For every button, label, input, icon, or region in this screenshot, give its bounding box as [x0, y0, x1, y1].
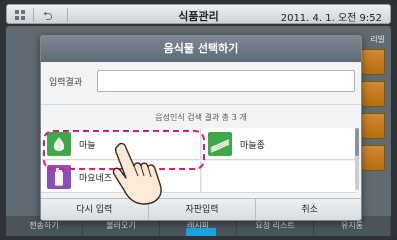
cancel-button[interactable]: 취소	[256, 199, 361, 220]
dialog-footer: 다시 입력 자판입력 취소	[41, 198, 361, 220]
food-tile	[361, 81, 385, 107]
active-tab-indicator	[186, 228, 216, 236]
result-item-garlic-scape[interactable]: 마늘종	[202, 128, 357, 160]
food-tile	[361, 113, 385, 139]
food-select-dialog: 음식물 선택하기 입력결과 음성인식 검색 결과 총 3 개 마늘 마늘종 마요…	[40, 35, 362, 221]
divider	[41, 104, 361, 105]
result-item-label: 마늘종	[240, 141, 265, 151]
scrollbar[interactable]	[355, 128, 359, 190]
result-summary: 음성인식 검색 결과 총 3 개	[155, 113, 247, 122]
result-item-empty	[202, 161, 357, 193]
food-tile	[361, 49, 385, 75]
input-row: 입력결과	[41, 70, 361, 94]
food-tile	[361, 145, 385, 171]
input-result-field[interactable]	[97, 70, 355, 92]
scroll-thumb[interactable]	[355, 128, 359, 156]
dialog-title: 음식물 선택하기	[41, 36, 361, 62]
device-frame: ⮌ 식품관리 2011. 4. 1. 오전 9:52 리빌 전송하기 불러오기 …	[0, 0, 397, 240]
pointing-hand-icon	[112, 142, 162, 205]
garlic-scape-icon	[208, 132, 232, 156]
status-bar: ⮌ 식품관리 2011. 4. 1. 오전 9:52	[6, 4, 391, 24]
clock: 2011. 4. 1. 오전 9:52	[280, 13, 382, 24]
result-item-label: 마요네즈	[79, 174, 113, 184]
input-label: 입력결과	[49, 78, 83, 88]
